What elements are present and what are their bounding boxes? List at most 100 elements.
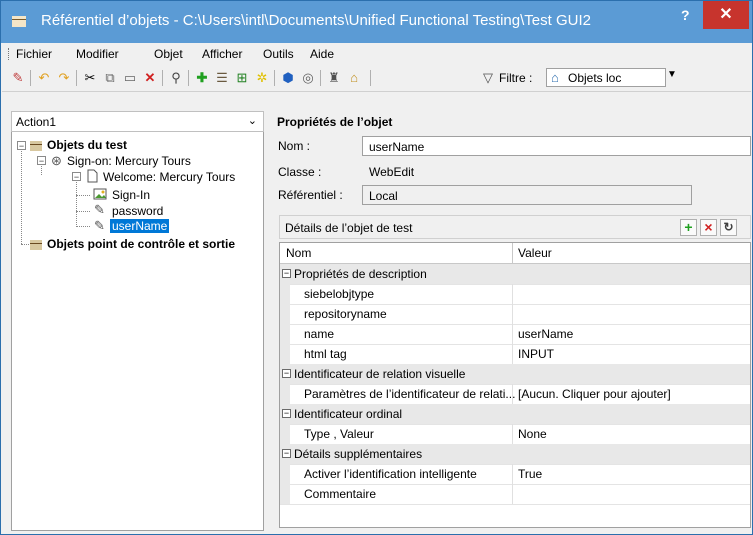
collapse-toggle[interactable]: − [282, 269, 291, 278]
repository-icon [30, 141, 42, 151]
details-title: Détails de l’objet de test [285, 221, 413, 235]
grid-property-row[interactable]: repositoryname [280, 304, 750, 325]
property-name: html tag [304, 347, 347, 361]
redo-icon[interactable]: ↷ [56, 70, 72, 86]
property-value[interactable]: userName [518, 327, 573, 341]
home-icon: ⌂ [551, 70, 559, 85]
export-icon[interactable]: ♜ [326, 70, 342, 86]
page-icon [87, 169, 98, 183]
details-header: Détails de l’objet de test + × ↻ [279, 215, 751, 239]
cell-divider [512, 424, 513, 444]
property-name: Détails supplémentaires [294, 447, 423, 461]
collapse-toggle[interactable]: − [72, 172, 81, 182]
highlight-icon[interactable]: ✎ [10, 70, 26, 86]
menu-modifier[interactable]: Modifier [76, 47, 119, 61]
add-property-button[interactable]: + [680, 219, 697, 236]
property-value[interactable]: INPUT [518, 347, 554, 361]
filter-value: Objets loc [568, 71, 622, 85]
property-value[interactable]: None [518, 427, 547, 441]
grid-property-row[interactable]: Paramètres de l’identificateur de relati… [280, 384, 750, 405]
property-name: Propriétés de description [294, 267, 427, 281]
paste-icon[interactable]: ▭ [122, 70, 138, 86]
column-header-value[interactable]: Valeur [518, 246, 552, 260]
tree-node-sign-in[interactable]: Sign-In [112, 188, 150, 202]
menu-afficher[interactable]: Afficher [202, 47, 242, 61]
property-value[interactable]: True [518, 467, 542, 481]
grid-property-row[interactable]: html tag INPUT [280, 344, 750, 365]
grid-category-row[interactable]: − Identificateur de relation visuelle [280, 364, 750, 385]
grid-category-row[interactable]: − Propriétés de description [280, 264, 750, 285]
grid-property-row[interactable]: Type , Valeur None [280, 424, 750, 445]
menu-fichier[interactable]: Fichier [16, 47, 52, 61]
undo-icon[interactable]: ↶ [36, 70, 52, 86]
import-icon[interactable]: ⌂ [346, 70, 362, 86]
row-indent [280, 324, 290, 344]
cut-icon[interactable]: ✂ [82, 70, 98, 86]
tree-node-test-objects[interactable]: Objets du test [47, 138, 127, 152]
tree-node-password[interactable]: password [112, 204, 163, 218]
menu-bar: Fichier Modifier Objet Afficher Outils A… [2, 43, 751, 65]
refresh-button[interactable]: ↻ [720, 219, 737, 236]
add-objects-icon[interactable]: ☰ [214, 70, 230, 86]
tree-node-checkpoint-objects[interactable]: Objets point de contrôle et sortie [47, 237, 235, 251]
grid-property-row[interactable]: siebelobjtype [280, 284, 750, 305]
column-divider[interactable] [512, 243, 513, 263]
toolbar-separator [320, 70, 321, 86]
grid-property-row[interactable]: name userName [280, 324, 750, 345]
action-value: Action1 [16, 115, 57, 129]
row-indent [280, 424, 290, 444]
copy-icon[interactable]: ⧉ [102, 70, 118, 86]
menu-objet[interactable]: Objet [154, 47, 183, 61]
column-header-name[interactable]: Nom [286, 246, 311, 260]
property-name: Paramètres de l’identificateur de relati… [304, 387, 516, 401]
collapse-toggle[interactable]: − [17, 141, 26, 151]
chevron-down-icon: ⌄ [247, 115, 257, 127]
find-icon[interactable]: ⚲ [168, 70, 184, 86]
repository-icon [12, 16, 26, 27]
collapse-toggle[interactable]: − [37, 156, 46, 166]
title-bar: Référentiel d’objets - C:\Users\intl\Doc… [1, 1, 752, 43]
cell-divider [512, 324, 513, 344]
toolbar-grip [370, 70, 371, 86]
grid-category-row[interactable]: − Identificateur ordinal [280, 404, 750, 425]
menu-aide[interactable]: Aide [310, 47, 334, 61]
tree-line [21, 146, 22, 244]
toolbar-separator [274, 70, 275, 86]
delete-icon[interactable]: ✕ [142, 70, 158, 86]
add-object-icon[interactable]: ✚ [194, 70, 210, 86]
menu-outils[interactable]: Outils [263, 47, 294, 61]
property-value[interactable]: [Aucun. Cliquer pour ajouter] [518, 387, 671, 401]
name-label: Nom : [278, 139, 311, 153]
locate-icon[interactable]: ◎ [300, 70, 316, 86]
filter-select[interactable]: ⌂ Objets loc [546, 68, 666, 87]
properties-grid: Nom Valeur − Propriétés de description sie… [279, 242, 751, 528]
tree-node-welcome[interactable]: Welcome: Mercury Tours [103, 170, 235, 184]
image-icon [93, 188, 107, 200]
grid-property-row[interactable]: Activer l’identification intelligente Tru… [280, 464, 750, 485]
close-button[interactable]: ✕ [703, 1, 749, 29]
class-label: Classe : [278, 165, 322, 179]
filter-icon: ▽ [483, 70, 493, 85]
name-value: userName [369, 140, 425, 154]
object-repository-window: Référentiel d’objets - C:\Users\intl\Doc… [0, 0, 753, 535]
property-name: repositoryname [304, 307, 387, 321]
name-field[interactable]: userName [362, 136, 751, 156]
filter-dropdown-icon[interactable]: ▼ [667, 69, 677, 80]
tree-line [76, 226, 90, 227]
grid-category-row[interactable]: − Détails supplémentaires [280, 444, 750, 465]
action-select[interactable]: Action1 ⌄ [11, 111, 264, 132]
tree-node-username[interactable]: userName [110, 219, 170, 233]
define-new-icon[interactable]: ✲ [254, 70, 270, 86]
collapse-toggle[interactable]: − [282, 449, 291, 458]
toolbar: ✎ ↶ ↷ ✂ ⧉ ▭ ✕ ⚲ ✚ ☰ ⊞ ✲ ⬢ ◎ ♜ ⌂ ▽ Filtre… [2, 65, 751, 92]
highlight-app-icon[interactable]: ⬢ [280, 70, 296, 86]
help-button[interactable]: ? [681, 7, 690, 23]
remove-property-button[interactable]: × [700, 219, 717, 236]
grid-property-row[interactable]: Commentaire [280, 484, 750, 505]
collapse-toggle[interactable]: − [282, 409, 291, 418]
navigate-learn-icon[interactable]: ⊞ [234, 70, 250, 86]
repository-value: Local [369, 189, 398, 203]
browser-icon: ⊛ [51, 153, 62, 168]
tree-node-sign-on[interactable]: Sign-on: Mercury Tours [67, 154, 191, 168]
collapse-toggle[interactable]: − [282, 369, 291, 378]
